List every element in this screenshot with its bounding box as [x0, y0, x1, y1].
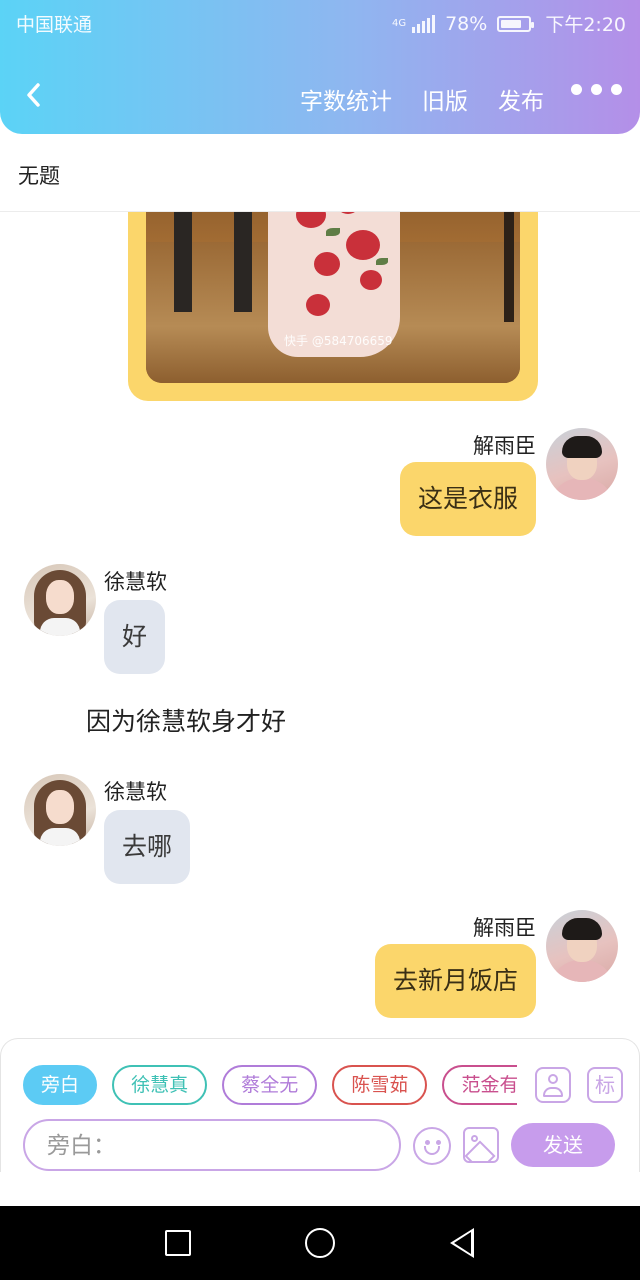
contact-card-icon[interactable]	[535, 1067, 571, 1103]
role-chip-4[interactable]: 范金有	[442, 1065, 517, 1105]
avatar[interactable]	[546, 910, 618, 982]
photo-image[interactable]: 快手 @584706659	[146, 212, 520, 383]
message-bubble[interactable]: 去新月饭店	[374, 944, 536, 1018]
message-bubble[interactable]: 好	[104, 600, 166, 674]
battery-percent: 78%	[445, 12, 488, 35]
publish-button[interactable]: 发布	[498, 82, 544, 116]
app-header: 中国联通 4G 78% 下午2:20 字数统计 旧版 发布	[0, 0, 640, 134]
narration-text[interactable]: 因为徐慧软身才好	[86, 702, 286, 738]
composer-panel: 旁白 徐慧真 蔡全无 陈雪茹 范金有 标 发送	[0, 1038, 640, 1172]
recent-apps-icon[interactable]	[165, 1230, 191, 1256]
emoji-icon[interactable]	[413, 1127, 451, 1165]
network-type: 4G	[391, 17, 407, 29]
role-chip-1[interactable]: 徐慧真	[112, 1065, 208, 1105]
back-button[interactable]	[20, 78, 50, 112]
clock: 下午2:20	[545, 14, 626, 36]
top-nav: 字数统计 旧版 发布	[0, 70, 640, 122]
send-button[interactable]: 发送	[511, 1123, 615, 1167]
message-input-box[interactable]	[23, 1119, 401, 1171]
home-icon[interactable]	[305, 1228, 335, 1258]
sender-name: 解雨臣	[473, 434, 536, 458]
status-bar: 中国联通 4G 78% 下午2:20	[0, 0, 640, 44]
system-nav-bar	[0, 1206, 640, 1280]
title-bar: 无题	[0, 134, 640, 212]
more-button[interactable]	[571, 84, 622, 95]
role-chip-2[interactable]: 蔡全无	[222, 1065, 318, 1105]
image-icon[interactable]	[463, 1127, 499, 1163]
role-chip-narrator[interactable]: 旁白	[23, 1065, 98, 1105]
message-bubble[interactable]: 去哪	[104, 810, 191, 884]
page-title[interactable]: 无题	[18, 160, 60, 190]
carrier-label: 中国联通	[16, 14, 93, 36]
chevron-left-icon	[27, 83, 40, 107]
sender-name: 徐慧软	[104, 570, 167, 594]
back-triangle-icon[interactable]	[450, 1228, 474, 1258]
battery-icon	[497, 15, 535, 32]
more-horizontal-icon	[571, 84, 582, 95]
old-version-button[interactable]: 旧版	[422, 82, 468, 116]
avatar[interactable]	[24, 774, 96, 846]
signal-icon	[412, 14, 436, 33]
nav-actions: 字数统计 旧版 发布	[300, 82, 544, 116]
role-chip-3[interactable]: 陈雪茹	[332, 1065, 428, 1105]
message-bubble[interactable]: 这是衣服	[399, 462, 536, 536]
word-count-button[interactable]: 字数统计	[300, 82, 392, 116]
message-input[interactable]	[47, 1129, 377, 1163]
mark-button[interactable]: 标	[587, 1067, 623, 1103]
status-indicators: 4G 78% 下午2:20	[392, 10, 626, 37]
sender-name: 解雨臣	[473, 916, 536, 940]
image-message[interactable]: 快手 @584706659	[128, 212, 538, 401]
role-selector: 旁白 徐慧真 蔡全无 陈雪茹 范金有	[23, 1065, 517, 1107]
avatar[interactable]	[24, 564, 96, 636]
photo-watermark: 快手 @584706659	[284, 334, 393, 348]
avatar[interactable]	[546, 428, 618, 500]
chat-area[interactable]: 快手 @584706659 解雨臣 这是衣服 徐慧软 好 因为徐慧软身才好 徐慧…	[0, 212, 640, 1038]
sender-name: 徐慧软	[104, 780, 167, 804]
